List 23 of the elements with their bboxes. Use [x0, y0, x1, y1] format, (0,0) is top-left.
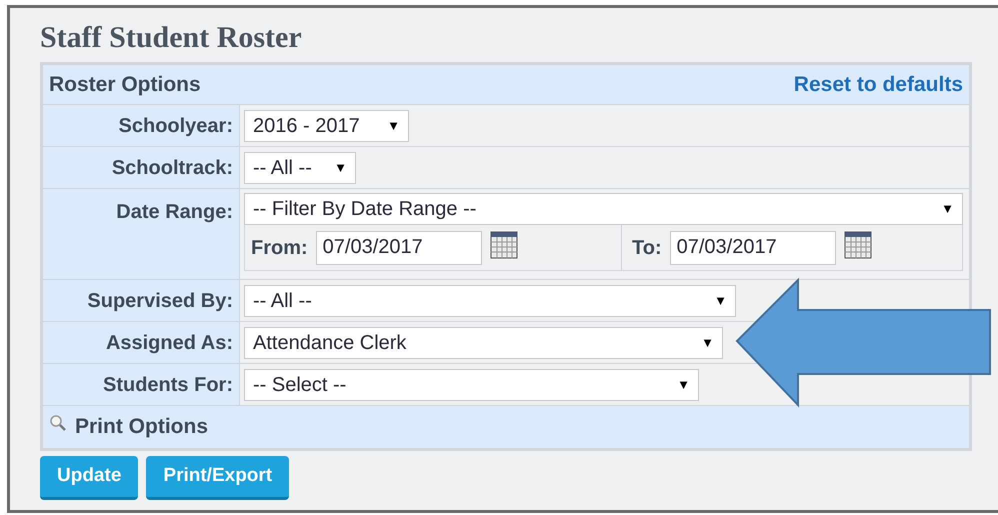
dropdown[interactable]: -- All -- ▼ — [244, 152, 356, 184]
date-field[interactable]: 07/03/2017 — [670, 230, 836, 264]
date-field[interactable]: 07/03/2017 — [316, 230, 482, 264]
field-label: Date Range: — [116, 200, 233, 225]
field-label: Students For: — [103, 372, 233, 398]
calendar-icon[interactable] — [490, 230, 518, 258]
print-options-toggle[interactable]: Print Options — [75, 411, 208, 443]
section-heading: Roster Options — [49, 72, 201, 98]
from-label: From: — [251, 236, 308, 260]
field-label: Schoolyear: — [118, 114, 233, 138]
search-icon — [49, 414, 67, 432]
dropdown[interactable]: -- Select -- ▼ — [244, 368, 699, 400]
dropdown[interactable]: Attendance Clerk ▼ — [244, 326, 723, 358]
field-label: Schooltrack: — [112, 156, 233, 180]
field-label: Assigned As: — [106, 330, 233, 356]
dropdown[interactable]: -- Filter By Date Range -- ▼ — [244, 193, 963, 225]
field-label: Supervised By: — [87, 288, 233, 314]
dropdown[interactable]: -- All -- ▼ — [244, 284, 736, 316]
reset-link[interactable]: Reset to defaults — [794, 68, 963, 100]
calendar-icon[interactable] — [844, 230, 872, 258]
page-title: Staff Student Roster — [40, 20, 303, 56]
to-label: To: — [632, 236, 662, 260]
dropdown[interactable]: 2016 - 2017 ▼ — [244, 110, 409, 142]
